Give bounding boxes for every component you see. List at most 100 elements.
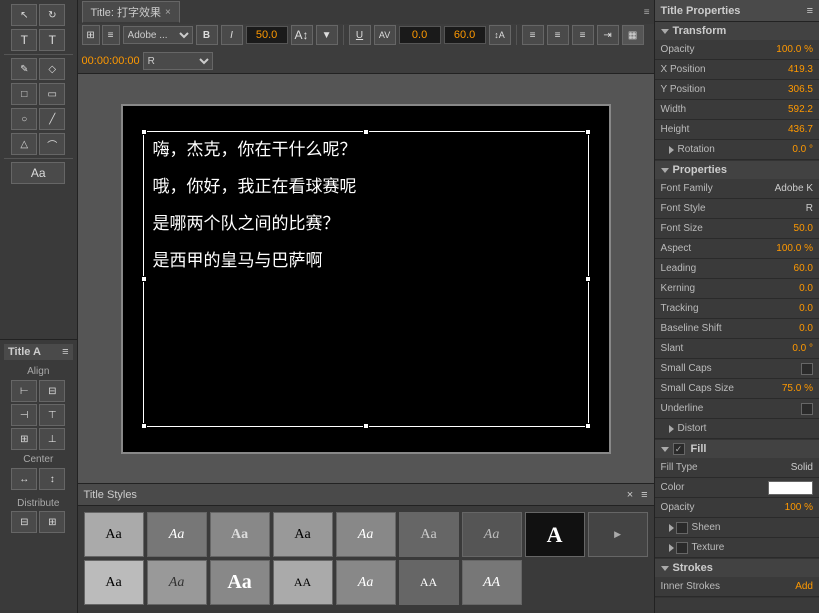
transform-header[interactable]: Transform: [655, 22, 819, 40]
fill-color-swatch[interactable]: [768, 481, 813, 495]
panel-menu-icon[interactable]: ≡: [644, 7, 650, 18]
canvas-wrapper[interactable]: 嗨，杰克，你在干什么呢？ 哦，你好，我正在看球赛呢 是哪两个队之间的比赛？ 是西…: [78, 74, 654, 483]
style-btn[interactable]: ▦: [622, 25, 644, 45]
arc-tool[interactable]: ⌒: [39, 133, 65, 155]
handle-bc[interactable]: [363, 423, 369, 429]
rotation-value[interactable]: 0.0 °: [758, 144, 813, 155]
y-position-value[interactable]: 306.5: [758, 84, 813, 95]
title-styles-close[interactable]: ×: [627, 489, 633, 501]
underline-checkbox[interactable]: [801, 403, 813, 415]
align-right-btn[interactable]: ≡: [572, 25, 594, 45]
style-tile-7[interactable]: Aa: [462, 512, 522, 557]
add-stroke-btn[interactable]: Add: [795, 581, 813, 592]
tab-btn[interactable]: ⇥: [597, 25, 619, 45]
bold-btn[interactable]: B: [196, 25, 218, 45]
style-tile-9[interactable]: ▶: [588, 512, 648, 557]
center-h[interactable]: ↔: [11, 468, 37, 490]
lead-input[interactable]: [444, 26, 486, 44]
aa-tool[interactable]: Aa: [11, 162, 65, 184]
style-tile-5[interactable]: Aa: [336, 512, 396, 557]
small-caps-size-value[interactable]: 75.0 %: [758, 383, 813, 394]
lead-btn[interactable]: ↕A: [489, 25, 511, 45]
height-value[interactable]: 436.7: [758, 124, 813, 135]
font-size-input[interactable]: [246, 26, 288, 44]
style-tile-2[interactable]: Aa: [147, 512, 207, 557]
sheen-checkbox[interactable]: [676, 522, 688, 534]
font-family-select[interactable]: Adobe ...: [123, 26, 193, 44]
align-bottom[interactable]: ⊥: [39, 428, 65, 450]
rounded-rect-tool[interactable]: ▭: [39, 83, 65, 105]
aspect-value[interactable]: 100.0 %: [758, 243, 813, 254]
title-styles-menu[interactable]: ≡: [641, 489, 647, 501]
pen-tool[interactable]: ✎: [11, 58, 37, 80]
align-center-h[interactable]: ⊟: [39, 380, 65, 402]
rect-tool[interactable]: □: [11, 83, 37, 105]
title-tab-close[interactable]: ×: [165, 7, 171, 18]
texture-checkbox[interactable]: [676, 542, 688, 554]
distribute-v[interactable]: ⊞: [39, 511, 65, 533]
leading-value[interactable]: 60.0: [758, 263, 813, 274]
opacity-value[interactable]: 100.0 %: [758, 44, 813, 55]
style-tile-6[interactable]: Aa: [399, 512, 459, 557]
style-tile-r2-4[interactable]: AA: [273, 560, 333, 605]
align-center-btn[interactable]: ≡: [547, 25, 569, 45]
style-tile-8[interactable]: A: [525, 512, 585, 557]
fill-header[interactable]: ✓ Fill: [655, 440, 819, 458]
canvas-text[interactable]: 嗨，杰克，你在干什么呢？ 哦，你好，我正在看球赛呢 是哪两个队之间的比赛？ 是西…: [123, 106, 609, 315]
rotation-triangle: [669, 146, 674, 154]
font-size-prop-value[interactable]: 50.0: [758, 223, 813, 234]
kern-btn[interactable]: AV: [374, 25, 396, 45]
toolbar-btn-2[interactable]: ≡: [102, 25, 120, 45]
fill-type-value[interactable]: Solid: [758, 462, 813, 473]
handle-br[interactable]: [585, 423, 591, 429]
style-tile-r2-3[interactable]: Aa: [210, 560, 270, 605]
align-left-btn[interactable]: ≡: [522, 25, 544, 45]
props-header[interactable]: Properties: [655, 161, 819, 179]
ellipse-tool[interactable]: ○: [11, 108, 37, 130]
style-tile-r2-7[interactable]: AA: [462, 560, 522, 605]
style-tile-r2-6[interactable]: AA: [399, 560, 459, 605]
style-tile-r2-1[interactable]: Aa: [84, 560, 144, 605]
align-top[interactable]: ⊤: [39, 404, 65, 426]
align-right[interactable]: ⊣: [11, 404, 37, 426]
tracking-value[interactable]: 0.0: [758, 303, 813, 314]
font-family-prop-value[interactable]: Adobe K: [758, 183, 813, 194]
select-tool[interactable]: ↖: [11, 4, 37, 26]
font-size-down[interactable]: ▼: [316, 25, 338, 45]
fill-checkbox[interactable]: ✓: [673, 443, 685, 455]
font-size-icon[interactable]: A↕: [291, 25, 313, 45]
align-left[interactable]: ⊢: [11, 380, 37, 402]
style-tile-4[interactable]: Aa: [273, 512, 333, 557]
properties-menu[interactable]: ≡: [807, 5, 813, 17]
italic-btn[interactable]: I: [221, 25, 243, 45]
slant-value[interactable]: 0.0 °: [758, 343, 813, 354]
baseline-shift-value[interactable]: 0.0: [758, 323, 813, 334]
fill-opacity-value[interactable]: 100 %: [758, 502, 813, 513]
font-style-select[interactable]: R: [143, 52, 213, 70]
distribute-h[interactable]: ⊟: [11, 511, 37, 533]
rotate-tool[interactable]: ↻: [39, 4, 65, 26]
align-center-v[interactable]: ⊞: [11, 428, 37, 450]
font-style-prop-value[interactable]: R: [758, 203, 813, 214]
style-tile-r2-5[interactable]: Aa: [336, 560, 396, 605]
small-caps-checkbox[interactable]: [801, 363, 813, 375]
kerning-value[interactable]: 0.0: [758, 283, 813, 294]
width-value[interactable]: 592.2: [758, 104, 813, 115]
style-tile-r2-2[interactable]: Aa: [147, 560, 207, 605]
anchor-tool[interactable]: ◇: [39, 58, 65, 80]
kern-input[interactable]: [399, 26, 441, 44]
toolbar-btn-1[interactable]: ⊞: [82, 25, 100, 45]
underline-btn[interactable]: U: [349, 25, 371, 45]
canvas-area[interactable]: 嗨，杰克，你在干什么呢？ 哦，你好，我正在看球赛呢 是哪两个队之间的比赛？ 是西…: [121, 104, 611, 454]
title-tab-active[interactable]: Title: 打字效果 ×: [82, 1, 180, 23]
wedge-tool[interactable]: △: [11, 133, 37, 155]
center-v[interactable]: ↕: [39, 468, 65, 490]
vertical-text-tool[interactable]: T: [39, 29, 65, 51]
handle-bl[interactable]: [141, 423, 147, 429]
text-tool[interactable]: T: [11, 29, 37, 51]
style-tile-3[interactable]: Aa: [210, 512, 270, 557]
strokes-header[interactable]: Strokes: [655, 559, 819, 577]
x-position-value[interactable]: 419.3: [758, 64, 813, 75]
style-tile-1[interactable]: Aa: [84, 512, 144, 557]
line-tool[interactable]: ╱: [39, 108, 65, 130]
